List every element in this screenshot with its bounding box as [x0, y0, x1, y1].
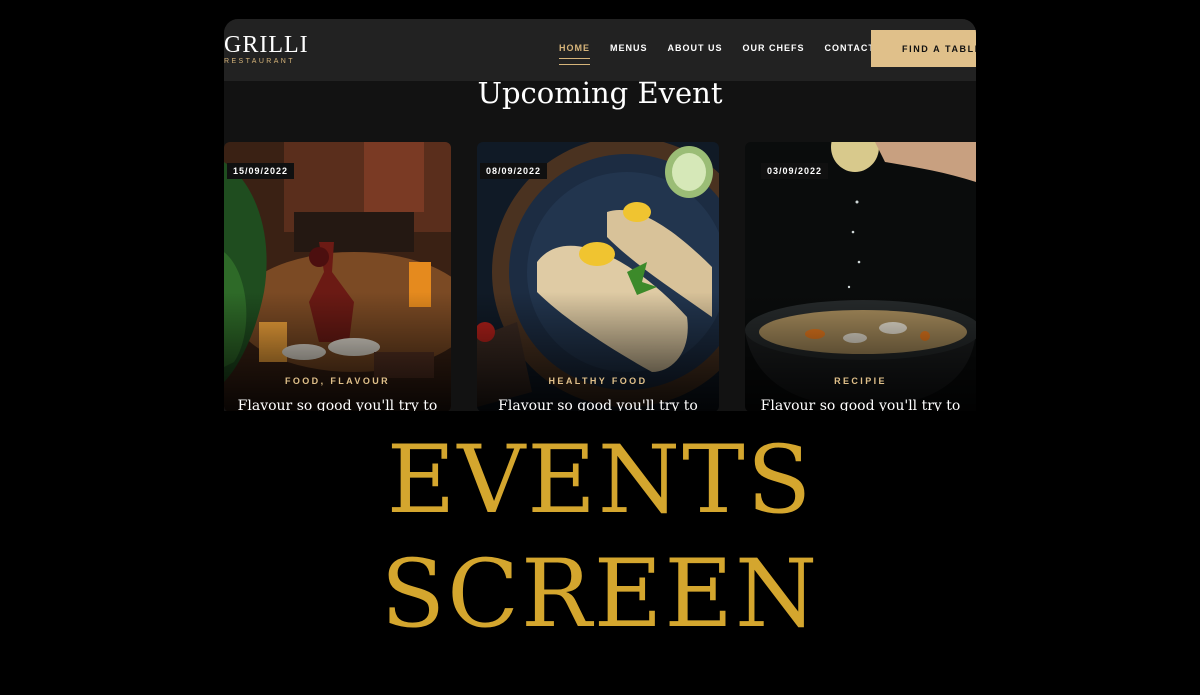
image-gradient [745, 292, 976, 411]
headline-line-1: EVENTS [386, 426, 814, 535]
event-date-badge: 08/09/2022 [480, 163, 548, 179]
event-card[interactable]: 08/09/2022 HEALTHY FOOD Flavour so good … [477, 142, 719, 411]
nav-menu: HOME MENUS ABOUT US OUR CHEFS CONTACT [559, 43, 895, 65]
brand-name: GRILLI [224, 32, 309, 58]
nav-item-our-chefs[interactable]: OUR CHEFS [743, 43, 805, 53]
image-gradient [224, 292, 451, 411]
event-date-badge: 03/09/2022 [761, 163, 829, 179]
event-card[interactable]: 03/09/2022 RECIPIE Flavour so good you'l… [745, 142, 976, 411]
section-title: Upcoming Event [477, 76, 723, 110]
find-a-table-button[interactable]: FIND A TABLE [871, 30, 976, 67]
nav-item-menus[interactable]: MENUS [610, 43, 648, 53]
event-title[interactable]: Flavour so good you'll try to [224, 398, 451, 411]
nav-item-contact[interactable]: CONTACT [825, 43, 875, 53]
event-title[interactable]: Flavour so good you'll try to [477, 398, 719, 411]
navbar: GRILLI RESTAURANT HOME MENUS ABOUT US OU… [224, 19, 976, 81]
headline-line-2: SCREEN [380, 540, 820, 649]
event-date-badge: 15/09/2022 [227, 163, 295, 179]
nav-item-home[interactable]: HOME [559, 43, 590, 65]
event-category: RECIPIE [834, 376, 887, 386]
event-category: FOOD, FLAVOUR [284, 376, 391, 386]
website-preview: GRILLI RESTAURANT HOME MENUS ABOUT US OU… [224, 19, 976, 411]
event-card[interactable]: 15/09/2022 FOOD, FLAVOUR Flavour so good… [224, 142, 451, 411]
brand-logo[interactable]: GRILLI RESTAURANT [224, 33, 309, 65]
event-title[interactable]: Flavour so good you'll try to [745, 398, 976, 411]
brand-tagline: RESTAURANT [224, 58, 295, 65]
nav-item-about-us[interactable]: ABOUT US [668, 43, 723, 53]
event-category: HEALTHY FOOD [548, 376, 648, 386]
image-gradient [477, 292, 719, 411]
